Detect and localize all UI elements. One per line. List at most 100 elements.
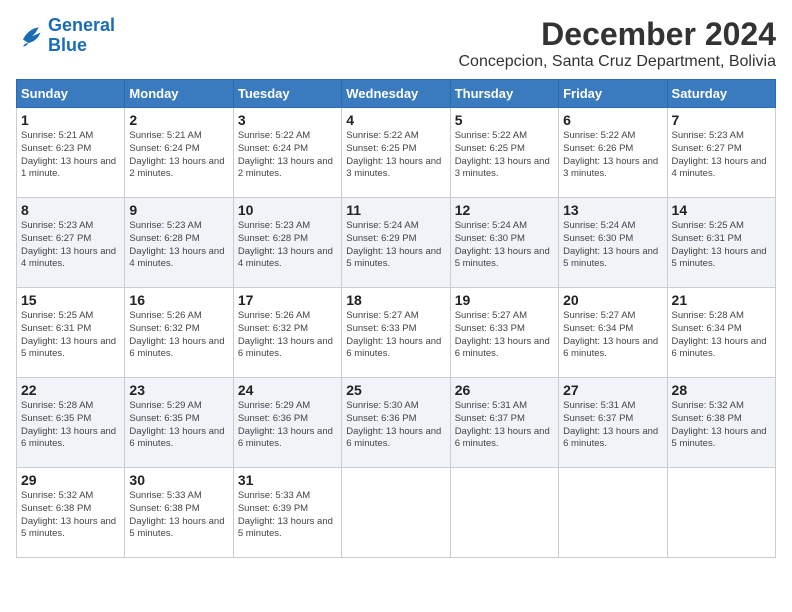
cell-info: Sunrise: 5:29 AMSunset: 6:35 PMDaylight:… (129, 400, 228, 451)
calendar-cell: 26Sunrise: 5:31 AMSunset: 6:37 PMDayligh… (450, 378, 558, 468)
calendar-cell: 31 Sunrise: 5:33 AMSunset: 6:39 PMDayligh… (233, 468, 341, 558)
cell-info: Sunrise: 5:24 AMSunset: 6:29 PMDaylight:… (346, 220, 445, 271)
day-number: 23 (129, 382, 228, 398)
col-header-thursday: Thursday (450, 80, 558, 108)
cell-info: Sunrise: 5:23 AMSunset: 6:28 PMDaylight:… (129, 220, 228, 271)
cell-info: Sunrise: 5:22 AMSunset: 6:25 PMDaylight:… (455, 130, 554, 181)
logo-bird-icon (16, 22, 44, 50)
day-number: 7 (672, 112, 771, 128)
calendar-cell: 22 Sunrise: 5:28 AMSunset: 6:35 PMDayligh… (17, 378, 125, 468)
day-number: 4 (346, 112, 445, 128)
col-header-tuesday: Tuesday (233, 80, 341, 108)
day-number: 25 (346, 382, 445, 398)
calendar-cell (559, 468, 667, 558)
day-number: 13 (563, 202, 662, 218)
day-number: 8 (21, 202, 120, 218)
month-title: December 2024 (459, 16, 777, 53)
logo: General Blue (16, 16, 115, 56)
day-number: 9 (129, 202, 228, 218)
day-number: 18 (346, 292, 445, 308)
calendar-week-row: 1 Sunrise: 5:21 AMSunset: 6:23 PMDaylight… (17, 108, 776, 198)
cell-info: Sunrise: 5:25 AMSunset: 6:31 PMDaylight:… (21, 310, 120, 361)
cell-info: Sunrise: 5:27 AMSunset: 6:33 PMDaylight:… (455, 310, 554, 361)
cell-info: Sunrise: 5:22 AMSunset: 6:24 PMDaylight:… (238, 130, 337, 181)
cell-info: Sunrise: 5:23 AMSunset: 6:28 PMDaylight:… (238, 220, 337, 271)
cell-info: Sunrise: 5:28 AMSunset: 6:34 PMDaylight:… (672, 310, 771, 361)
calendar-header-row: SundayMondayTuesdayWednesdayThursdayFrid… (17, 80, 776, 108)
day-number: 14 (672, 202, 771, 218)
calendar-cell: 17 Sunrise: 5:26 AMSunset: 6:32 PMDayligh… (233, 288, 341, 378)
cell-info: Sunrise: 5:28 AMSunset: 6:35 PMDaylight:… (21, 400, 120, 451)
cell-info: Sunrise: 5:30 AMSunset: 6:36 PMDaylight:… (346, 400, 445, 451)
calendar-cell (342, 468, 450, 558)
cell-info: Sunrise: 5:21 AMSunset: 6:24 PMDaylight:… (129, 130, 228, 181)
cell-info: Sunrise: 5:26 AMSunset: 6:32 PMDaylight:… (129, 310, 228, 361)
col-header-wednesday: Wednesday (342, 80, 450, 108)
calendar-cell: 30Sunrise: 5:33 AMSunset: 6:38 PMDayligh… (125, 468, 233, 558)
day-number: 6 (563, 112, 662, 128)
cell-info: Sunrise: 5:32 AMSunset: 6:38 PMDaylight:… (21, 490, 120, 541)
calendar-cell: 15 Sunrise: 5:25 AMSunset: 6:31 PMDayligh… (17, 288, 125, 378)
calendar-week-row: 22 Sunrise: 5:28 AMSunset: 6:35 PMDayligh… (17, 378, 776, 468)
calendar-cell: 10Sunrise: 5:23 AMSunset: 6:28 PMDayligh… (233, 198, 341, 288)
cell-info: Sunrise: 5:27 AMSunset: 6:34 PMDaylight:… (563, 310, 662, 361)
day-number: 1 (21, 112, 120, 128)
col-header-monday: Monday (125, 80, 233, 108)
cell-info: Sunrise: 5:23 AMSunset: 6:27 PMDaylight:… (21, 220, 120, 271)
calendar-cell: 1 Sunrise: 5:21 AMSunset: 6:23 PMDaylight… (17, 108, 125, 198)
calendar-cell: 25 Sunrise: 5:30 AMSunset: 6:36 PMDayligh… (342, 378, 450, 468)
day-number: 15 (21, 292, 120, 308)
day-number: 22 (21, 382, 120, 398)
calendar-cell: 2 Sunrise: 5:21 AMSunset: 6:24 PMDaylight… (125, 108, 233, 198)
day-number: 2 (129, 112, 228, 128)
day-number: 21 (672, 292, 771, 308)
day-number: 26 (455, 382, 554, 398)
cell-info: Sunrise: 5:21 AMSunset: 6:23 PMDaylight:… (21, 130, 120, 181)
calendar-cell: 12Sunrise: 5:24 AMSunset: 6:30 PMDayligh… (450, 198, 558, 288)
calendar-cell: 24Sunrise: 5:29 AMSunset: 6:36 PMDayligh… (233, 378, 341, 468)
day-number: 3 (238, 112, 337, 128)
calendar-cell: 18 Sunrise: 5:27 AMSunset: 6:33 PMDayligh… (342, 288, 450, 378)
calendar-cell: 3 Sunrise: 5:22 AMSunset: 6:24 PMDaylight… (233, 108, 341, 198)
calendar-cell: 7 Sunrise: 5:23 AMSunset: 6:27 PMDaylight… (667, 108, 775, 198)
calendar-cell: 23 Sunrise: 5:29 AMSunset: 6:35 PMDayligh… (125, 378, 233, 468)
day-number: 31 (238, 472, 337, 488)
calendar-cell: 8 Sunrise: 5:23 AMSunset: 6:27 PMDaylight… (17, 198, 125, 288)
calendar-cell: 13Sunrise: 5:24 AMSunset: 6:30 PMDayligh… (559, 198, 667, 288)
day-number: 29 (21, 472, 120, 488)
cell-info: Sunrise: 5:25 AMSunset: 6:31 PMDaylight:… (672, 220, 771, 271)
calendar-cell: 29 Sunrise: 5:32 AMSunset: 6:38 PMDayligh… (17, 468, 125, 558)
calendar-cell: 4 Sunrise: 5:22 AMSunset: 6:25 PMDaylight… (342, 108, 450, 198)
calendar-cell: 19 Sunrise: 5:27 AMSunset: 6:33 PMDayligh… (450, 288, 558, 378)
day-number: 27 (563, 382, 662, 398)
cell-info: Sunrise: 5:33 AMSunset: 6:39 PMDaylight:… (238, 490, 337, 541)
col-header-friday: Friday (559, 80, 667, 108)
day-number: 19 (455, 292, 554, 308)
calendar-cell: 28 Sunrise: 5:32 AMSunset: 6:38 PMDayligh… (667, 378, 775, 468)
cell-info: Sunrise: 5:31 AMSunset: 6:37 PMDaylight:… (563, 400, 662, 451)
calendar-week-row: 29 Sunrise: 5:32 AMSunset: 6:38 PMDayligh… (17, 468, 776, 558)
day-number: 28 (672, 382, 771, 398)
cell-info: Sunrise: 5:26 AMSunset: 6:32 PMDaylight:… (238, 310, 337, 361)
title-area: December 2024 Concepcion, Santa Cruz Dep… (459, 16, 777, 71)
day-number: 24 (238, 382, 337, 398)
calendar-cell: 16Sunrise: 5:26 AMSunset: 6:32 PMDayligh… (125, 288, 233, 378)
calendar-cell: 11Sunrise: 5:24 AMSunset: 6:29 PMDayligh… (342, 198, 450, 288)
cell-info: Sunrise: 5:27 AMSunset: 6:33 PMDaylight:… (346, 310, 445, 361)
cell-info: Sunrise: 5:22 AMSunset: 6:26 PMDaylight:… (563, 130, 662, 181)
calendar-cell: 27 Sunrise: 5:31 AMSunset: 6:37 PMDayligh… (559, 378, 667, 468)
calendar-cell: 6 Sunrise: 5:22 AMSunset: 6:26 PMDaylight… (559, 108, 667, 198)
day-number: 17 (238, 292, 337, 308)
calendar-week-row: 8 Sunrise: 5:23 AMSunset: 6:27 PMDaylight… (17, 198, 776, 288)
location-title: Concepcion, Santa Cruz Department, Boliv… (459, 53, 777, 71)
cell-info: Sunrise: 5:22 AMSunset: 6:25 PMDaylight:… (346, 130, 445, 181)
cell-info: Sunrise: 5:32 AMSunset: 6:38 PMDaylight:… (672, 400, 771, 451)
col-header-saturday: Saturday (667, 80, 775, 108)
cell-info: Sunrise: 5:23 AMSunset: 6:27 PMDaylight:… (672, 130, 771, 181)
day-number: 5 (455, 112, 554, 128)
page-header: General Blue December 2024 Concepcion, S… (16, 16, 776, 71)
calendar-cell: 20Sunrise: 5:27 AMSunset: 6:34 PMDayligh… (559, 288, 667, 378)
calendar-week-row: 15 Sunrise: 5:25 AMSunset: 6:31 PMDayligh… (17, 288, 776, 378)
day-number: 30 (129, 472, 228, 488)
calendar-cell (450, 468, 558, 558)
